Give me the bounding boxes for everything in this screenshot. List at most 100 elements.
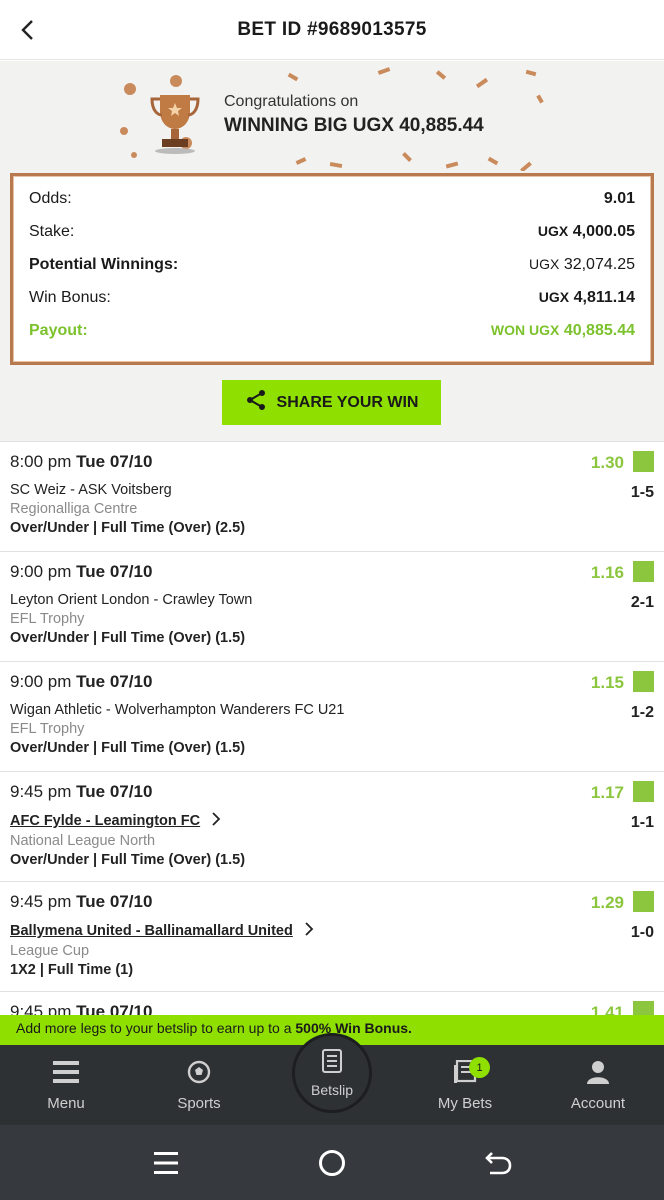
winning-amount-text: WINNING BIG UGX 40,885.44: [224, 115, 484, 136]
stake-label: Stake:: [29, 222, 75, 240]
promo-text: Add more legs to your betslip to earn up…: [16, 1020, 292, 1036]
match-score: 1-5: [630, 484, 654, 501]
bet-time: 9:45 pm: [10, 782, 72, 801]
payout-row: Payout: WON UGX 40,885.44: [29, 314, 635, 347]
match-link[interactable]: Ballymena United - Ballinamallard United: [10, 922, 314, 940]
recents-icon[interactable]: [150, 1147, 182, 1179]
nav-account[interactable]: Account: [532, 1045, 664, 1125]
bottom-navigation: Menu Sports Betslip 1 My Bets Account: [0, 1033, 664, 1125]
market-selection: Over/Under | Full Time (Over) (1.5): [10, 630, 246, 646]
share-your-win-button[interactable]: SHARE YOUR WIN: [222, 380, 441, 425]
payout-label: Payout:: [29, 321, 88, 339]
match-teams: Wigan Athletic - Wolverhampton Wanderers…: [10, 702, 345, 718]
checkbox-won-icon: [633, 891, 654, 912]
bet-date: Tue 07/10: [76, 452, 153, 471]
bet-time: 8:00 pm: [10, 452, 72, 471]
match-teams[interactable]: Ballymena United - Ballinamallard United: [10, 923, 293, 939]
match-teams[interactable]: AFC Fylde - Leamington FC: [10, 813, 200, 829]
share-label: SHARE YOUR WIN: [276, 393, 419, 411]
menu-icon: [53, 1055, 79, 1089]
checkbox-won-icon: [633, 781, 654, 802]
potential-winnings-label: Potential Winnings:: [29, 255, 179, 273]
bet-time: 9:45 pm: [10, 1002, 72, 1016]
nav-sports[interactable]: Sports: [133, 1045, 265, 1125]
system-navigation-bar: [0, 1125, 664, 1200]
potential-winnings-row: Potential Winnings: UGX 32,074.25: [29, 248, 635, 281]
checkbox-won-icon: [633, 671, 654, 692]
bet-date: Tue 07/10: [76, 1002, 153, 1016]
bet-details-card: Odds: 9.01 Stake: UGX 4,000.05 Potential…: [10, 173, 654, 365]
odds-value: 9.01: [603, 189, 635, 207]
nav-my-bets-label: My Bets: [437, 1095, 493, 1112]
stake-value: 4,000.05: [572, 222, 635, 240]
bet-time: 9:00 pm: [10, 562, 72, 581]
bet-odds: 1.17: [590, 783, 624, 802]
trophy-icon: [146, 89, 204, 160]
nav-betslip[interactable]: Betslip: [292, 1033, 372, 1113]
win-bonus-value: 4,811.14: [573, 288, 635, 306]
win-bonus-label: Win Bonus:: [29, 288, 111, 306]
potential-winnings-value: 32,074.25: [563, 255, 635, 273]
promo-highlight: 500% Win Bonus.: [295, 1020, 412, 1036]
list-item: 8:00 pm Tue 07/10 1.30 SC Weiz - ASK Voi…: [0, 441, 664, 551]
league-name: League Cup: [10, 943, 90, 959]
payout-prefix: WON UGX: [490, 321, 560, 338]
match-score: 2-1: [630, 594, 654, 611]
match-score: 1-2: [630, 704, 654, 721]
checkbox-won-icon: [633, 561, 654, 582]
market-selection: Over/Under | Full Time (Over) (1.5): [10, 740, 246, 756]
betslip-icon: [322, 1048, 342, 1076]
potential-currency: UGX: [529, 255, 560, 272]
bet-date: Tue 07/10: [76, 672, 153, 691]
league-name: EFL Trophy: [10, 611, 85, 627]
checkbox-won-icon: [633, 1001, 654, 1016]
odds-label: Odds:: [29, 189, 72, 207]
back-arrow-icon[interactable]: [14, 16, 40, 44]
nav-account-label: Account: [570, 1095, 626, 1112]
nav-menu-label: Menu: [47, 1095, 85, 1112]
nav-sports-label: Sports: [177, 1095, 221, 1112]
bet-odds: 1.16: [590, 563, 624, 582]
account-icon: [585, 1055, 611, 1089]
checkbox-won-icon: [633, 451, 654, 472]
bet-odds: 1.15: [590, 673, 624, 692]
win-bonus-row: Win Bonus: UGX 4,811.14: [29, 281, 635, 314]
stake-row: Stake: UGX 4,000.05: [29, 215, 635, 248]
bet-date: Tue 07/10: [76, 562, 153, 581]
nav-betslip-label: Betslip: [310, 1081, 354, 1098]
bet-odds: 1.30: [590, 453, 624, 472]
bet-date: Tue 07/10: [76, 782, 153, 801]
bet-time: 9:45 pm: [10, 892, 72, 911]
nav-menu[interactable]: Menu: [0, 1045, 132, 1125]
payout-value: 40,885.44: [563, 321, 635, 339]
match-score: 1-0: [630, 924, 654, 941]
market-selection: Over/Under | Full Time (Over) (2.5): [10, 520, 246, 536]
market-selection: 1X2 | Full Time (1): [10, 962, 134, 978]
list-item: 9:45 pm Tue 07/10 1.29 Ballymena United …: [0, 881, 664, 991]
soccer-ball-icon: [187, 1055, 211, 1089]
page-title: BET ID #9689013575: [237, 18, 427, 40]
stake-currency: UGX: [537, 222, 569, 239]
back-icon[interactable]: [482, 1147, 514, 1179]
list-item: 9:00 pm Tue 07/10 1.16 Leyton Orient Lon…: [0, 551, 664, 661]
league-name: EFL Trophy: [10, 721, 85, 737]
win-summary: Congratulations on WINNING BIG UGX 40,88…: [0, 61, 664, 441]
list-item: 9:45 pm Tue 07/10 1.17 AFC Fylde - Leami…: [0, 771, 664, 881]
bonus-currency: UGX: [538, 288, 570, 305]
chevron-right-icon[interactable]: [305, 922, 314, 940]
congratulations-banner: Congratulations on WINNING BIG UGX 40,88…: [116, 67, 548, 171]
list-item: 9:00 pm Tue 07/10 1.15 Wigan Athletic - …: [0, 661, 664, 771]
bet-legs-list: 8:00 pm Tue 07/10 1.30 SC Weiz - ASK Voi…: [0, 441, 664, 1016]
share-icon: [245, 389, 267, 416]
home-icon[interactable]: [316, 1147, 348, 1179]
chevron-right-icon[interactable]: [212, 812, 221, 830]
list-item: 9:45 pm Tue 07/10 1.41: [0, 991, 664, 1016]
match-teams: SC Weiz - ASK Voitsberg: [10, 482, 172, 498]
my-bets-badge: 1: [469, 1057, 490, 1078]
bet-time: 9:00 pm: [10, 672, 72, 691]
match-teams: Leyton Orient London - Crawley Town: [10, 592, 253, 608]
bet-date: Tue 07/10: [76, 892, 153, 911]
nav-my-bets[interactable]: 1 My Bets: [399, 1045, 531, 1125]
match-link[interactable]: AFC Fylde - Leamington FC: [10, 812, 221, 830]
bet-odds: 1.29: [590, 893, 624, 912]
